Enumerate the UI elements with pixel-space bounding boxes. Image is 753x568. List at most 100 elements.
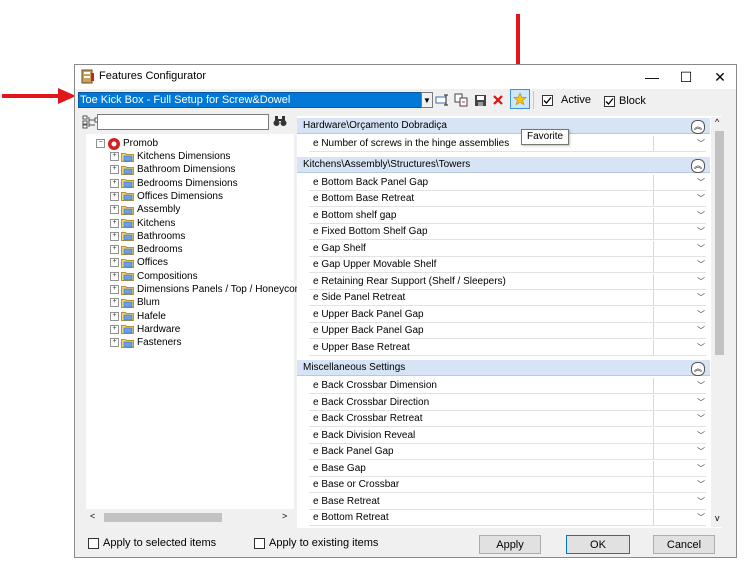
property-value-select[interactable]: ﹀ [653,323,707,338]
collapse-group-icon[interactable]: ︽ [691,158,705,173]
collapse-group-icon[interactable]: ︽ [691,120,705,134]
tree-item[interactable]: + Kitchens Dimensions [110,150,230,163]
collapse-group-icon[interactable]: ︽ [691,362,705,376]
tree-expand-toggle[interactable]: + [110,245,119,255]
property-value-select[interactable]: ﹀ [653,427,707,443]
tree-expand-toggle[interactable]: + [110,218,119,228]
tree-expand-toggle[interactable]: + [110,165,119,175]
property-value-select[interactable]: ﹀ [653,191,707,206]
property-value-select[interactable]: ﹀ [653,444,707,459]
property-value-select[interactable]: ﹀ [653,224,707,239]
tree-expand-toggle[interactable]: + [110,285,119,294]
chevron-down-icon: ﹀ [697,243,705,253]
property-value-select[interactable]: ﹀ [653,493,707,509]
scroll-right-icon[interactable]: > [282,511,287,521]
tree-item[interactable]: + Hardware [110,323,180,336]
tree-expand-toggle[interactable]: + [110,258,119,268]
tree-expand-toggle[interactable]: + [110,311,119,321]
property-value-select[interactable]: ﹀ [653,290,707,305]
property-value-select[interactable]: ﹀ [653,136,707,151]
tree-expand-toggle[interactable]: + [110,191,119,201]
chevron-down-icon: ﹀ [697,194,705,203]
tree-item[interactable]: + Assembly [110,203,180,216]
tree-expand-toggle[interactable]: + [110,205,119,215]
delete-button[interactable] [489,91,507,109]
tree-item[interactable]: + Bathrooms [110,230,185,243]
feature-set-combo[interactable]: Toe Kick Box - Full Setup for Screw&Dowe… [78,92,433,108]
find-button[interactable] [271,112,289,130]
combo-dropdown-button[interactable]: ▼ [421,92,433,108]
property-value-select[interactable]: ﹀ [653,257,707,272]
property-row: e Number of screws in the hinge assembli… [309,136,707,152]
active-checkbox[interactable] [542,95,553,106]
group-header[interactable]: Miscellaneous Settings ︽ [297,360,710,376]
tree-item[interactable]: + Compositions [110,270,198,283]
tree-horizontal-scrollbar[interactable]: < > [86,509,294,526]
tree-item[interactable]: + Dimensions Panels / Top / Honeycomb [110,283,309,296]
property-value-select[interactable]: ﹀ [653,273,707,289]
property-value-select[interactable]: ﹀ [653,477,707,492]
scroll-up-icon[interactable]: ^ [715,117,719,127]
tree-item-label: Compositions [137,270,198,282]
property-label: e Bottom shelf gap [313,209,397,221]
favorite-button[interactable] [510,89,530,109]
tree-expand-toggle[interactable]: + [110,298,119,308]
property-value-select[interactable]: ﹀ [653,174,707,190]
tree-item[interactable]: + Fasteners [110,336,181,349]
close-button[interactable]: ✕ [703,65,737,89]
tree-expand-toggle[interactable]: + [110,271,119,281]
chevron-down-icon: ﹀ [697,480,705,489]
minimize-button[interactable]: — [635,65,669,89]
group-header[interactable]: Hardware\Orçamento Dobradiça ︽ [297,118,710,134]
tree-item[interactable]: + Offices Dimensions [110,190,223,203]
tree-item[interactable]: + Bedrooms [110,243,183,256]
save-button[interactable] [471,91,489,109]
rename-button[interactable] [433,91,451,109]
scroll-down-icon[interactable]: v [715,513,720,523]
copy-button[interactable] [452,91,470,109]
apply-existing-checkbox[interactable] [254,538,265,549]
property-value-select[interactable]: ﹀ [653,394,707,410]
folder-icon [121,179,134,189]
tree-item[interactable]: + Kitchens [110,217,175,230]
tree-expand-toggle[interactable]: + [110,324,119,334]
property-value-select[interactable]: ﹀ [653,460,707,476]
property-value-select[interactable]: ﹀ [653,240,707,256]
property-value-select[interactable]: ﹀ [653,378,707,393]
scroll-thumb[interactable] [715,131,724,355]
cancel-button[interactable]: Cancel [653,535,715,554]
tree-expand-toggle[interactable]: + [110,152,119,161]
property-vertical-scrollbar[interactable]: ^ v [711,117,728,527]
block-checkbox[interactable] [604,96,615,107]
scroll-thumb[interactable] [104,513,222,522]
save-icon [474,94,486,106]
chevron-down-icon: ﹀ [697,260,705,269]
tree-expand-toggle[interactable]: + [110,338,119,348]
property-value-select[interactable]: ﹀ [653,306,707,322]
tree-item-label: Hardware [137,323,181,335]
maximize-button[interactable]: ☐ [669,65,703,89]
tree-search-input[interactable] [97,114,269,130]
apply-selected-checkbox[interactable] [88,538,99,549]
chevron-down-icon: ﹀ [697,447,705,456]
property-row: e Bottom Back Panel Gap ﹀ [309,174,707,191]
property-value-select[interactable]: ﹀ [653,510,707,525]
property-value-select[interactable]: ﹀ [653,411,707,426]
tree-collapse-toggle[interactable]: − [96,139,105,148]
group-header[interactable]: Kitchens\Assembly\Structures\Towers ︽ [297,156,710,173]
tree-item[interactable]: + Bedrooms Dimensions [110,177,238,190]
tree-expand-toggle[interactable]: + [110,231,119,241]
property-value-select[interactable]: ﹀ [653,207,707,223]
tree-item[interactable]: + Offices [110,256,168,269]
tree-item[interactable]: + Hafele [110,310,166,323]
apply-button[interactable]: Apply [479,535,541,554]
tree-item[interactable]: + Blum [110,296,160,309]
ok-button[interactable]: OK [566,535,630,554]
tree-root-promob[interactable]: − Promob [96,137,158,150]
tree-item-label: Bathrooms [137,230,186,242]
property-value-select[interactable]: ﹀ [653,339,707,355]
scroll-left-icon[interactable]: < [90,511,95,521]
collapse-tree-button[interactable] [80,113,94,131]
tree-item[interactable]: + Bathroom Dimensions [110,163,235,176]
tree-expand-toggle[interactable]: + [110,178,119,188]
